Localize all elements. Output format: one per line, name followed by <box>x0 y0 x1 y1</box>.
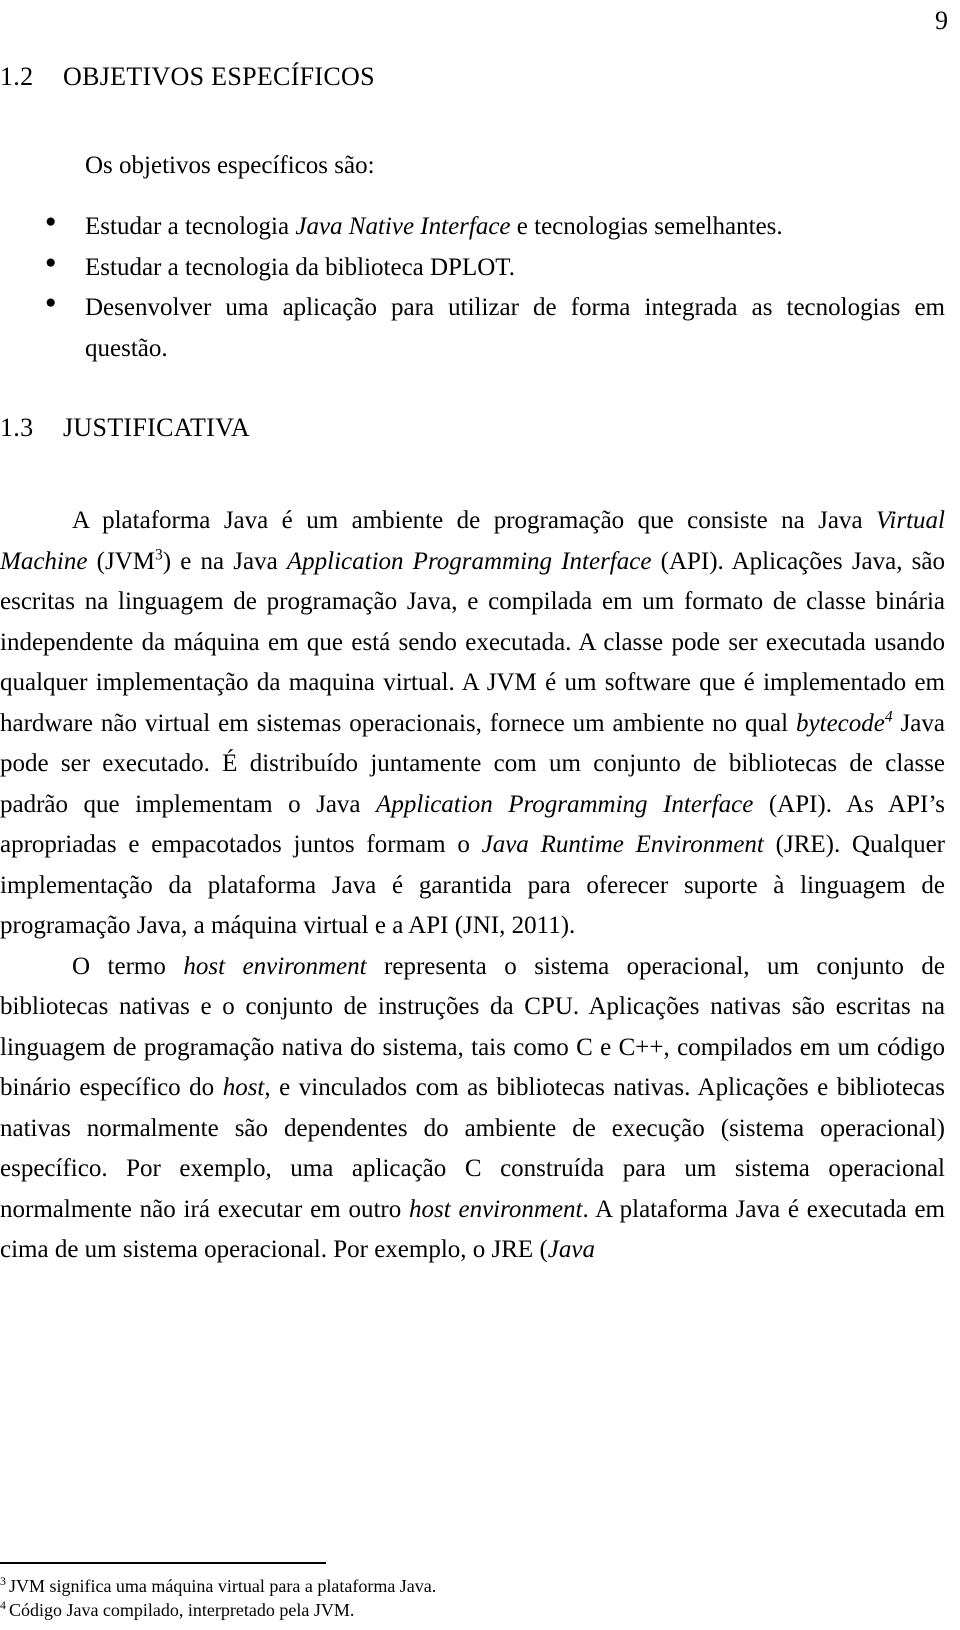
section-title: JUSTIFICATIVA <box>63 413 250 443</box>
paragraph: A plataforma Java é um ambiente de progr… <box>0 507 946 940</box>
footnote-mark: 4 <box>0 1597 6 1612</box>
section-number: 1.2 <box>0 62 34 91</box>
list-item-text: Desenvolver uma aplicação para utilizar … <box>85 294 945 362</box>
objectives-lead-line: Os objetivos específicos são: <box>85 151 375 179</box>
footnote-text: Código Java compilado, interpretado pela… <box>8 1599 355 1620</box>
list-item-text: Estudar a tecnologia Java Native Interfa… <box>85 213 783 241</box>
list-item: ● Desenvolver uma aplicação para utiliza… <box>45 288 945 369</box>
footnote-separator <box>0 1561 326 1564</box>
footnote-text: JVM significa uma máquina virtual para a… <box>8 1575 437 1596</box>
document-page: 9 1.2 OBJETIVOS ESPECÍFICOS Os objetivos … <box>0 0 960 1630</box>
bullet-icon: ● <box>45 211 57 233</box>
section-heading-1-2: 1.2 OBJETIVOS ESPECÍFICOS <box>0 62 945 92</box>
objectives-list: ● Estudar a tecnologia Java Native Inter… <box>0 207 945 369</box>
section-heading-1-3: 1.3 JUSTIFICATIVA <box>0 413 945 443</box>
footnotes-area: 3 JVM significa uma máquina virtual para … <box>0 1561 945 1622</box>
section-title: OBJETIVOS ESPECÍFICOS <box>63 62 375 91</box>
list-item: ● Estudar a tecnologia Java Native Inter… <box>45 207 945 248</box>
footnote: 3 JVM significa uma máquina virtual para … <box>0 1574 945 1598</box>
section-number: 1.3 <box>0 413 34 443</box>
footnote-mark: 3 <box>0 1573 6 1588</box>
page-content: 1.2 OBJETIVOS ESPECÍFICOS Os objetivos es… <box>0 62 945 1271</box>
footnote: 4 Código Java compilado, interpretado pel… <box>0 1598 945 1622</box>
bullet-icon: ● <box>45 251 57 273</box>
bullet-icon: ● <box>45 292 57 314</box>
paragraph: O termo host environment representa o si… <box>0 952 945 1264</box>
list-item: ● Estudar a tecnologia da biblioteca DPL… <box>45 248 945 289</box>
page-number: 9 <box>935 6 948 35</box>
list-item-text: Estudar a tecnologia da biblioteca DPLOT… <box>85 253 515 281</box>
